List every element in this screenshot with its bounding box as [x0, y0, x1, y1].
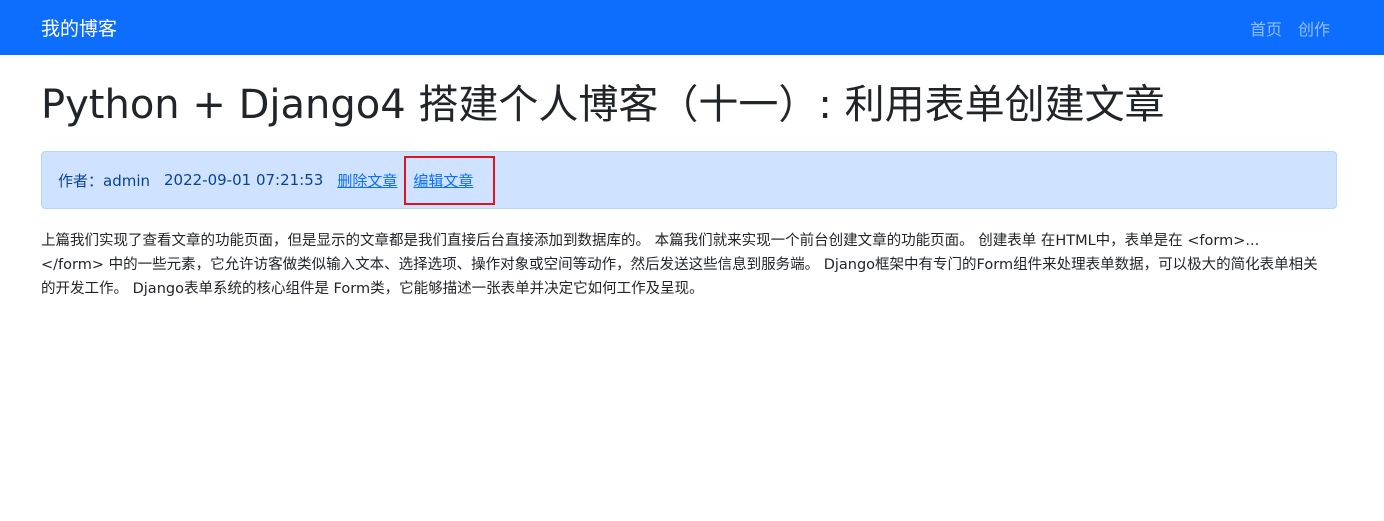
post-time: 2022-09-01 07:21:53 — [164, 171, 324, 189]
post-author: 作者：admin — [58, 171, 150, 190]
delete-post-link[interactable]: 删除文章 — [337, 170, 397, 191]
nav-link-create[interactable]: 创作 — [1298, 16, 1330, 40]
main-content: Python + Django4 搭建个人博客（十一）: 利用表单创建文章 作者… — [0, 81, 1384, 301]
edit-highlight-box: 编辑文章 — [404, 155, 496, 205]
nav-links: 首页 创作 — [1250, 16, 1343, 40]
post-title: Python + Django4 搭建个人博客（十一）: 利用表单创建文章 — [41, 82, 1165, 128]
brand-link[interactable]: 我的博客 — [41, 14, 117, 41]
navbar: 我的博客 首页 创作 — [0, 0, 1384, 55]
post-meta-alert: 作者：admin 2022-09-01 07:21:53 删除文章 编辑文章 — [41, 151, 1337, 209]
edit-post-link[interactable]: 编辑文章 — [413, 170, 473, 191]
post-body: 上篇我们实现了查看文章的功能页面，但是显示的文章都是我们直接后台直接添加到数据库… — [41, 233, 1318, 297]
nav-link-home[interactable]: 首页 — [1250, 16, 1282, 40]
